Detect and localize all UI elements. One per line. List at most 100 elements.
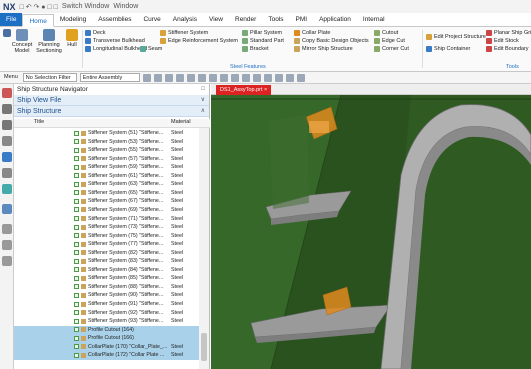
navigator-icon[interactable]: [2, 88, 12, 98]
table-row[interactable]: Stiffener System (63) "Stiffene... Steel: [14, 180, 200, 188]
constraint-icon[interactable]: [2, 136, 12, 146]
planar-ship-grid-button[interactable]: Planar Ship Grid: [486, 29, 531, 37]
menu-pmi[interactable]: PMI: [290, 13, 314, 26]
scope-dropdown[interactable]: Entire Assembly: [79, 73, 140, 82]
filter-tool-icon[interactable]: [142, 73, 151, 82]
table-row[interactable]: Stiffener System (85) "Stiffene... Steel: [14, 274, 200, 282]
table-row[interactable]: Stiffener System (53) "Stiffene... Steel: [14, 138, 200, 146]
visibility-checkbox[interactable]: [74, 335, 79, 341]
menu-internal[interactable]: Internal: [357, 13, 391, 26]
visibility-checkbox[interactable]: [74, 250, 79, 256]
restore-icon[interactable]: □: [201, 84, 205, 95]
menu-tools[interactable]: Tools: [262, 13, 289, 26]
visibility-checkbox[interactable]: [74, 207, 79, 213]
visibility-checkbox[interactable]: [74, 233, 79, 239]
scrollbar[interactable]: [199, 128, 209, 369]
longitudinal-bulkhead-button[interactable]: Longitudinal Bulkhead: [85, 45, 147, 53]
column-material[interactable]: Material: [171, 119, 191, 125]
part-navigator-icon[interactable]: [2, 104, 12, 114]
assembly-navigator-icon[interactable]: [2, 120, 12, 130]
table-row[interactable]: Stiffener System (73) "Stiffene... Steel: [14, 223, 200, 231]
visibility-checkbox[interactable]: [74, 310, 79, 316]
snap-icon[interactable]: [164, 73, 173, 82]
menu-analysis[interactable]: Analysis: [167, 13, 203, 26]
view-icon[interactable]: [252, 73, 261, 82]
edit-boundary-button[interactable]: Edit Boundary: [486, 45, 529, 53]
ship-view-file-section[interactable]: Ship View File ∨: [14, 95, 209, 106]
table-row[interactable]: Profile Cutout (164): [14, 325, 200, 335]
table-row[interactable]: Stiffener System (92) "Stiffene... Steel: [14, 309, 200, 317]
table-row[interactable]: Stiffener System (67) "Stiffene... Steel: [14, 197, 200, 205]
table-row[interactable]: Stiffener System (71) "Stiffene... Steel: [14, 215, 200, 223]
snap-icon[interactable]: [197, 73, 206, 82]
part-file-tab[interactable]: DS1_AssyTop.prt ×: [216, 85, 272, 95]
snap-icon[interactable]: [208, 73, 217, 82]
visibility-checkbox[interactable]: [74, 292, 79, 298]
visibility-checkbox[interactable]: [74, 284, 79, 290]
visibility-checkbox[interactable]: [74, 352, 79, 358]
table-row[interactable]: Stiffener System (84) "Stiffene... Steel: [14, 266, 200, 274]
table-row[interactable]: CollarPlate (172) "Collar Plate ... Steel: [14, 351, 200, 360]
table-row[interactable]: Stiffener System (65) "Stiffene... Steel: [14, 189, 200, 197]
scrollbar-thumb[interactable]: [201, 333, 207, 361]
visibility-checkbox[interactable]: [74, 156, 79, 162]
view-icon[interactable]: [296, 73, 305, 82]
deck-button[interactable]: Deck: [85, 29, 106, 37]
quick-access-icons[interactable]: □ ↶ ↷ ● □ □: [20, 3, 58, 11]
hull-button[interactable]: Hull: [64, 29, 80, 48]
view-icon[interactable]: [263, 73, 272, 82]
table-row[interactable]: Stiffener System (77) "Stiffene... Steel: [14, 240, 200, 248]
table-row[interactable]: Stiffener System (93) "Stiffene... Steel: [14, 317, 200, 325]
history-icon[interactable]: [2, 204, 12, 214]
reuse-library-icon[interactable]: [2, 168, 12, 178]
chevron-up-icon[interactable]: ∧: [201, 106, 205, 117]
snap-icon[interactable]: [219, 73, 228, 82]
edit-stock-button[interactable]: Edit Stock: [486, 37, 519, 45]
table-row[interactable]: Stiffener System (88) "Stiffene... Steel: [14, 283, 200, 291]
menu-file[interactable]: File: [0, 13, 23, 26]
visibility-checkbox[interactable]: [74, 301, 79, 307]
table-row[interactable]: Stiffener System (59) "Stiffene... Steel: [14, 163, 200, 171]
menu-assemblies[interactable]: Assemblies: [92, 13, 137, 26]
table-row[interactable]: Stiffener System (82) "Stiffene... Steel: [14, 249, 200, 257]
graphics-viewport[interactable]: [211, 94, 531, 369]
pillar-system-button[interactable]: Pillar System: [242, 29, 282, 37]
chevron-down-icon[interactable]: ∨: [201, 95, 205, 106]
edge-reinforcement-button[interactable]: Edge Reinforcement System: [160, 37, 238, 45]
visibility-checkbox[interactable]: [74, 147, 79, 153]
visibility-checkbox[interactable]: [74, 190, 79, 196]
visibility-checkbox[interactable]: [74, 216, 79, 221]
view-icon[interactable]: [285, 73, 294, 82]
ship-container-button[interactable]: Ship Container: [426, 45, 470, 53]
copy-basic-design-button[interactable]: Copy Basic Design Objects: [294, 37, 369, 45]
ship-icon[interactable]: [2, 152, 12, 162]
menu-view[interactable]: View: [203, 13, 229, 26]
menu-modeling[interactable]: Modeling: [54, 13, 92, 26]
visibility-checkbox[interactable]: [74, 173, 79, 179]
visibility-checkbox[interactable]: [74, 139, 79, 145]
standard-part-button[interactable]: Standard Part: [242, 37, 284, 45]
snap-icon[interactable]: [186, 73, 195, 82]
visibility-checkbox[interactable]: [74, 164, 79, 170]
menu-curve[interactable]: Curve: [137, 13, 166, 26]
view-icon[interactable]: [241, 73, 250, 82]
table-row[interactable]: Stiffener System (91) "Stiffene... Steel: [14, 300, 200, 308]
visibility-checkbox[interactable]: [74, 267, 79, 273]
stiffener-system-button[interactable]: Stiffener System: [160, 29, 208, 37]
ship-structure-section[interactable]: Ship Structure ∧: [14, 106, 209, 117]
table-row[interactable]: Stiffener System (83) "Stiffene... Steel: [14, 257, 200, 265]
visibility-checkbox[interactable]: [74, 318, 79, 324]
visibility-checkbox[interactable]: [74, 258, 79, 264]
table-row[interactable]: Stiffener System (51) "Stiffene... Steel: [14, 129, 200, 137]
selection-filter-dropdown[interactable]: No Selection Filter: [22, 73, 77, 82]
menu-home[interactable]: Home: [22, 14, 54, 27]
collar-plate-button[interactable]: Collar Plate: [294, 29, 330, 37]
column-title[interactable]: Title: [34, 119, 44, 125]
switch-window-button[interactable]: Switch Window: [62, 3, 109, 10]
visibility-checkbox[interactable]: [74, 181, 79, 187]
table-row[interactable]: Stiffener System (61) "Stiffene... Steel: [14, 172, 200, 180]
window-menu[interactable]: Window: [113, 3, 138, 10]
table-row[interactable]: Stiffener System (90) "Stiffene... Steel: [14, 291, 200, 299]
visibility-checkbox[interactable]: [74, 241, 79, 247]
mirror-ship-structure-button[interactable]: Mirror Ship Structure: [294, 45, 353, 53]
